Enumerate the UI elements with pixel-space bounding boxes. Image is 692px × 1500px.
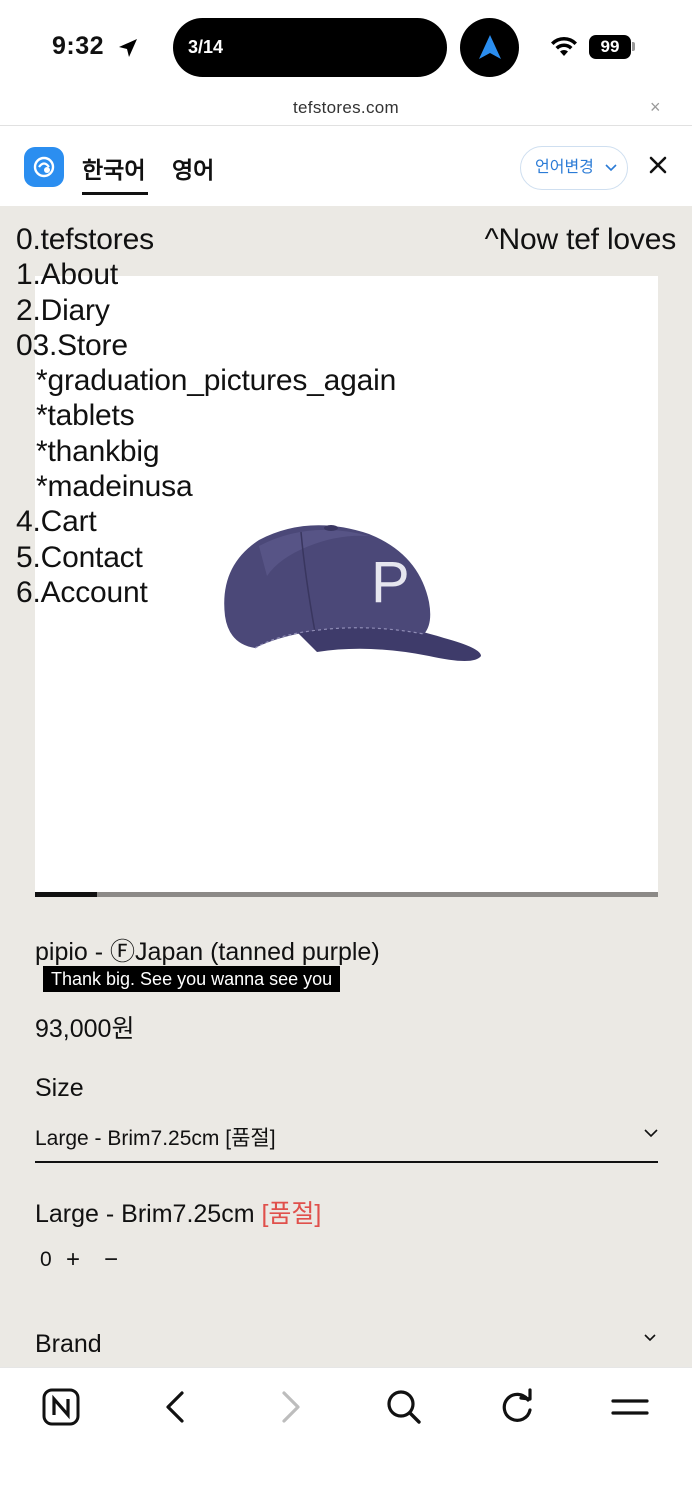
quantity-plus-button[interactable]: +	[66, 1246, 80, 1274]
navigation-indicator[interactable]	[460, 18, 519, 77]
menu-item[interactable]: *graduation_pictures_again	[16, 363, 396, 398]
active-tab-underline	[82, 192, 148, 195]
back-icon[interactable]	[162, 1388, 188, 1426]
chevron-down-icon[interactable]	[644, 1334, 656, 1342]
menu-item[interactable]: 5.Contact	[16, 540, 396, 575]
menu-icon[interactable]	[611, 1388, 649, 1426]
status-time: 9:32	[52, 32, 105, 60]
menu-item[interactable]: *tablets	[16, 398, 396, 433]
papago-logo[interactable]	[24, 147, 64, 187]
image-slider-progress	[35, 892, 98, 897]
selected-option-name: Large - Brim7.25cm	[35, 1200, 255, 1228]
battery-indicator: 99	[589, 35, 631, 59]
site-menu: 0.tefstores 1.About 2.Diary 03.Store *gradua…	[16, 222, 396, 610]
translate-logo-icon	[33, 156, 55, 178]
reload-icon[interactable]	[499, 1388, 535, 1426]
menu-item[interactable]: 1.About	[16, 257, 396, 292]
menu-item[interactable]: *thankbig	[16, 434, 396, 469]
menu-item[interactable]: *madeinusa	[16, 469, 396, 504]
selected-option: Large - Brim7.25cm [품절]	[35, 1194, 321, 1230]
menu-item[interactable]: 4.Cart	[16, 504, 396, 539]
menu-item[interactable]: 6.Account	[16, 575, 396, 610]
product-title: pipio - ⒻJapan (tanned purple)	[35, 938, 380, 966]
search-icon[interactable]	[385, 1388, 423, 1426]
quantity-value: 0	[40, 1248, 52, 1271]
navigation-arrow-icon	[479, 35, 501, 59]
menu-item[interactable]: 0.tefstores	[16, 222, 396, 257]
tab-counter: 3/14	[188, 37, 224, 57]
close-translate-icon[interactable]	[648, 155, 668, 175]
tab-english[interactable]: 영어	[172, 151, 214, 185]
tab-korean[interactable]: 한국어	[82, 151, 145, 185]
size-select-value: Large - Brim7.25cm [품절]	[35, 1127, 276, 1150]
location-arrow-icon	[119, 39, 137, 57]
menu-item[interactable]: 03.Store	[16, 328, 396, 363]
menu-item[interactable]: 2.Diary	[16, 293, 396, 328]
url-close-icon[interactable]: ×	[650, 97, 661, 118]
browser-toolbar	[0, 1367, 692, 1500]
brand-label[interactable]: Brand	[35, 1330, 102, 1359]
change-language-label: 언어변경	[535, 159, 594, 176]
product-tag: Thank big. See you wanna see you	[43, 966, 341, 992]
chevron-down-icon	[605, 164, 617, 172]
url-bar[interactable]: tefstores.com ×	[0, 92, 692, 126]
wifi-icon	[551, 36, 577, 56]
change-language-button[interactable]: 언어변경	[520, 146, 628, 190]
size-label: Size	[35, 1074, 84, 1102]
product-price: 93,000원	[35, 1015, 135, 1043]
status-bar: 9:32 3/14 99	[0, 0, 692, 92]
naver-n-icon[interactable]	[42, 1388, 80, 1426]
dynamic-island[interactable]: 3/14	[173, 18, 447, 77]
battery-nub	[632, 42, 635, 51]
translate-bar: 한국어 영어 언어변경	[0, 127, 692, 206]
page-content: P 0.tefstores 1.About 2.Diary 03.Store *grad…	[0, 206, 692, 1367]
now-tef-loves-link[interactable]: ^Now tef loves	[485, 222, 677, 257]
url-domain[interactable]: tefstores.com	[0, 98, 692, 118]
forward-icon	[282, 1391, 300, 1423]
chevron-down-icon	[644, 1129, 658, 1138]
size-select[interactable]: Large - Brim7.25cm [품절]	[35, 1116, 658, 1163]
quantity-minus-button[interactable]: −	[104, 1246, 118, 1274]
soldout-badge: [품절]	[261, 1200, 322, 1228]
image-slider-track[interactable]	[35, 892, 658, 897]
